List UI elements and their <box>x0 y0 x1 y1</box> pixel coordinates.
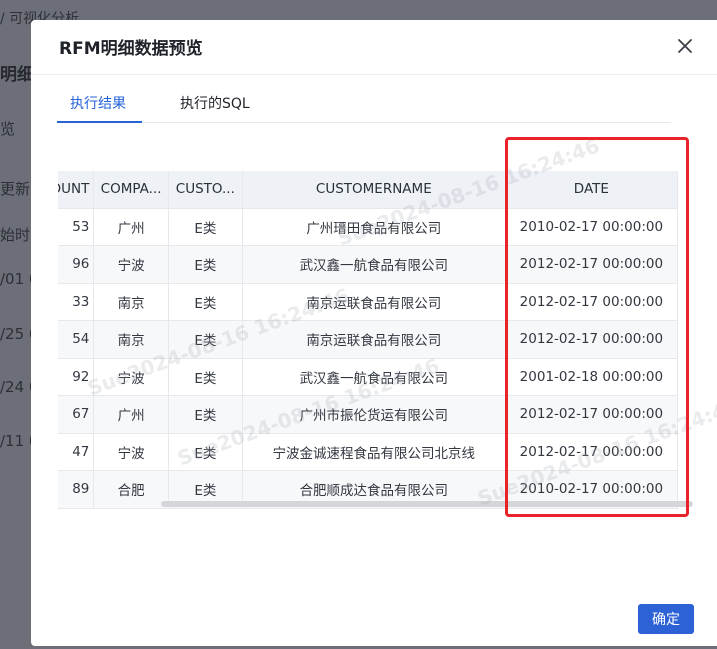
cell-date: 2001-02-18 00:00:00 <box>505 358 679 396</box>
cell-date: 2010-02-17 00:00:00 <box>505 208 679 246</box>
cell-amount: 67 <box>58 395 95 434</box>
cell-customertype: E类 <box>168 208 243 246</box>
column-header-amount[interactable]: OUNT <box>58 171 95 209</box>
background-column: 更新 <box>0 180 31 198</box>
column-header-customertype[interactable]: CUSTO... <box>168 171 243 209</box>
cell-customertype: E类 <box>168 433 243 471</box>
column-header-date[interactable]: DATE <box>505 171 679 209</box>
table-row[interactable]: 47 宁波 E类 宁波金诚速程食品有限公司北京线 2012-02-17 00:00:00 <box>58 433 679 471</box>
tab-executed-sql[interactable]: 执行的SQL <box>180 93 250 113</box>
cell-customername: 南京运联食品有限公司 <box>242 283 506 321</box>
cell-company: 合肥 <box>93 470 169 509</box>
cell-customertype: E类 <box>168 245 243 284</box>
dialog-title: RFM明细数据预览 <box>59 39 203 59</box>
table-header-row: OUNT COMPA... CUSTO... CUSTOMERNAME DATE <box>58 171 679 209</box>
close-icon[interactable] <box>675 36 695 56</box>
cell-date: 2012-02-17 00:00:00 <box>505 320 679 359</box>
cell-amount: 53 <box>58 208 95 246</box>
cell-amount: 47 <box>58 433 95 471</box>
cell-customername: 广州瑨田食品有限公司 <box>242 208 506 246</box>
cell-date: 2012-02-17 00:00:00 <box>505 433 679 471</box>
cell-customertype: E类 <box>168 320 243 359</box>
column-header-company[interactable]: COMPA... <box>93 171 169 209</box>
cell-customername: 武汉鑫一航食品有限公司 <box>242 358 506 396</box>
preview-dialog: RFM明细数据预览 执行结果 执行的SQL OUNT COMPA... CUST <box>31 20 717 646</box>
cell-amount: 92 <box>58 358 95 396</box>
cell-company: 宁波 <box>93 433 169 471</box>
cell-customername: 宁波金诚速程食品有限公司北京线 <box>242 433 506 471</box>
horizontal-scrollbar[interactable] <box>161 501 693 507</box>
cell-customername: 南京运联食品有限公司 <box>242 320 506 359</box>
tab-execution-result[interactable]: 执行结果 <box>70 93 126 113</box>
table-row[interactable]: 67 广州 E类 广州市振伦货运有限公司 2012-02-17 00:00:00 <box>58 395 679 434</box>
cell-amount: 54 <box>58 320 95 359</box>
background-title: 明细 <box>0 65 34 85</box>
cell-amount: 33 <box>58 283 95 321</box>
active-tab-indicator <box>57 121 142 123</box>
cell-company: 广州 <box>93 208 169 246</box>
cell-date: 2012-02-17 00:00:00 <box>505 283 679 321</box>
cell-company: 南京 <box>93 283 169 321</box>
table-row[interactable]: 54 南京 E类 南京运联食品有限公司 2012-02-17 00:00:00 <box>58 320 679 359</box>
cell-company: 广州 <box>93 395 169 434</box>
table-row[interactable]: 96 宁波 E类 武汉鑫一航食品有限公司 2012-02-17 00:00:00 <box>58 245 679 284</box>
cell-customername: 武汉鑫一航食品有限公司 <box>242 245 506 284</box>
header-divider <box>31 74 717 75</box>
cell-company: 宁波 <box>93 358 169 396</box>
cell-customertype: E类 <box>168 358 243 396</box>
cell-amount: 96 <box>58 245 95 284</box>
background-label: 览 <box>0 120 16 138</box>
cell-date: 2012-02-17 00:00:00 <box>505 245 679 284</box>
column-header-customername[interactable]: CUSTOMERNAME <box>242 171 506 209</box>
data-table: OUNT COMPA... CUSTO... CUSTOMERNAME DATE… <box>58 171 679 509</box>
cell-customertype: E类 <box>168 395 243 434</box>
cell-company: 宁波 <box>93 245 169 284</box>
cell-amount: 89 <box>58 470 95 509</box>
cell-customername: 广州市振伦货运有限公司 <box>242 395 506 434</box>
cell-date: 2012-02-17 00:00:00 <box>505 395 679 434</box>
table-row[interactable]: 53 广州 E类 广州瑨田食品有限公司 2010-02-17 00:00:00 <box>58 208 679 246</box>
result-tabs: 执行结果 执行的SQL <box>57 92 671 123</box>
data-table-container[interactable]: OUNT COMPA... CUSTO... CUSTOMERNAME DATE… <box>58 171 690 510</box>
confirm-button[interactable]: 确定 <box>638 604 694 634</box>
cell-company: 南京 <box>93 320 169 359</box>
table-row[interactable]: 33 南京 E类 南京运联食品有限公司 2012-02-17 00:00:00 <box>58 283 679 321</box>
table-row[interactable]: 92 宁波 E类 武汉鑫一航食品有限公司 2001-02-18 00:00:00 <box>58 358 679 396</box>
cell-customertype: E类 <box>168 283 243 321</box>
